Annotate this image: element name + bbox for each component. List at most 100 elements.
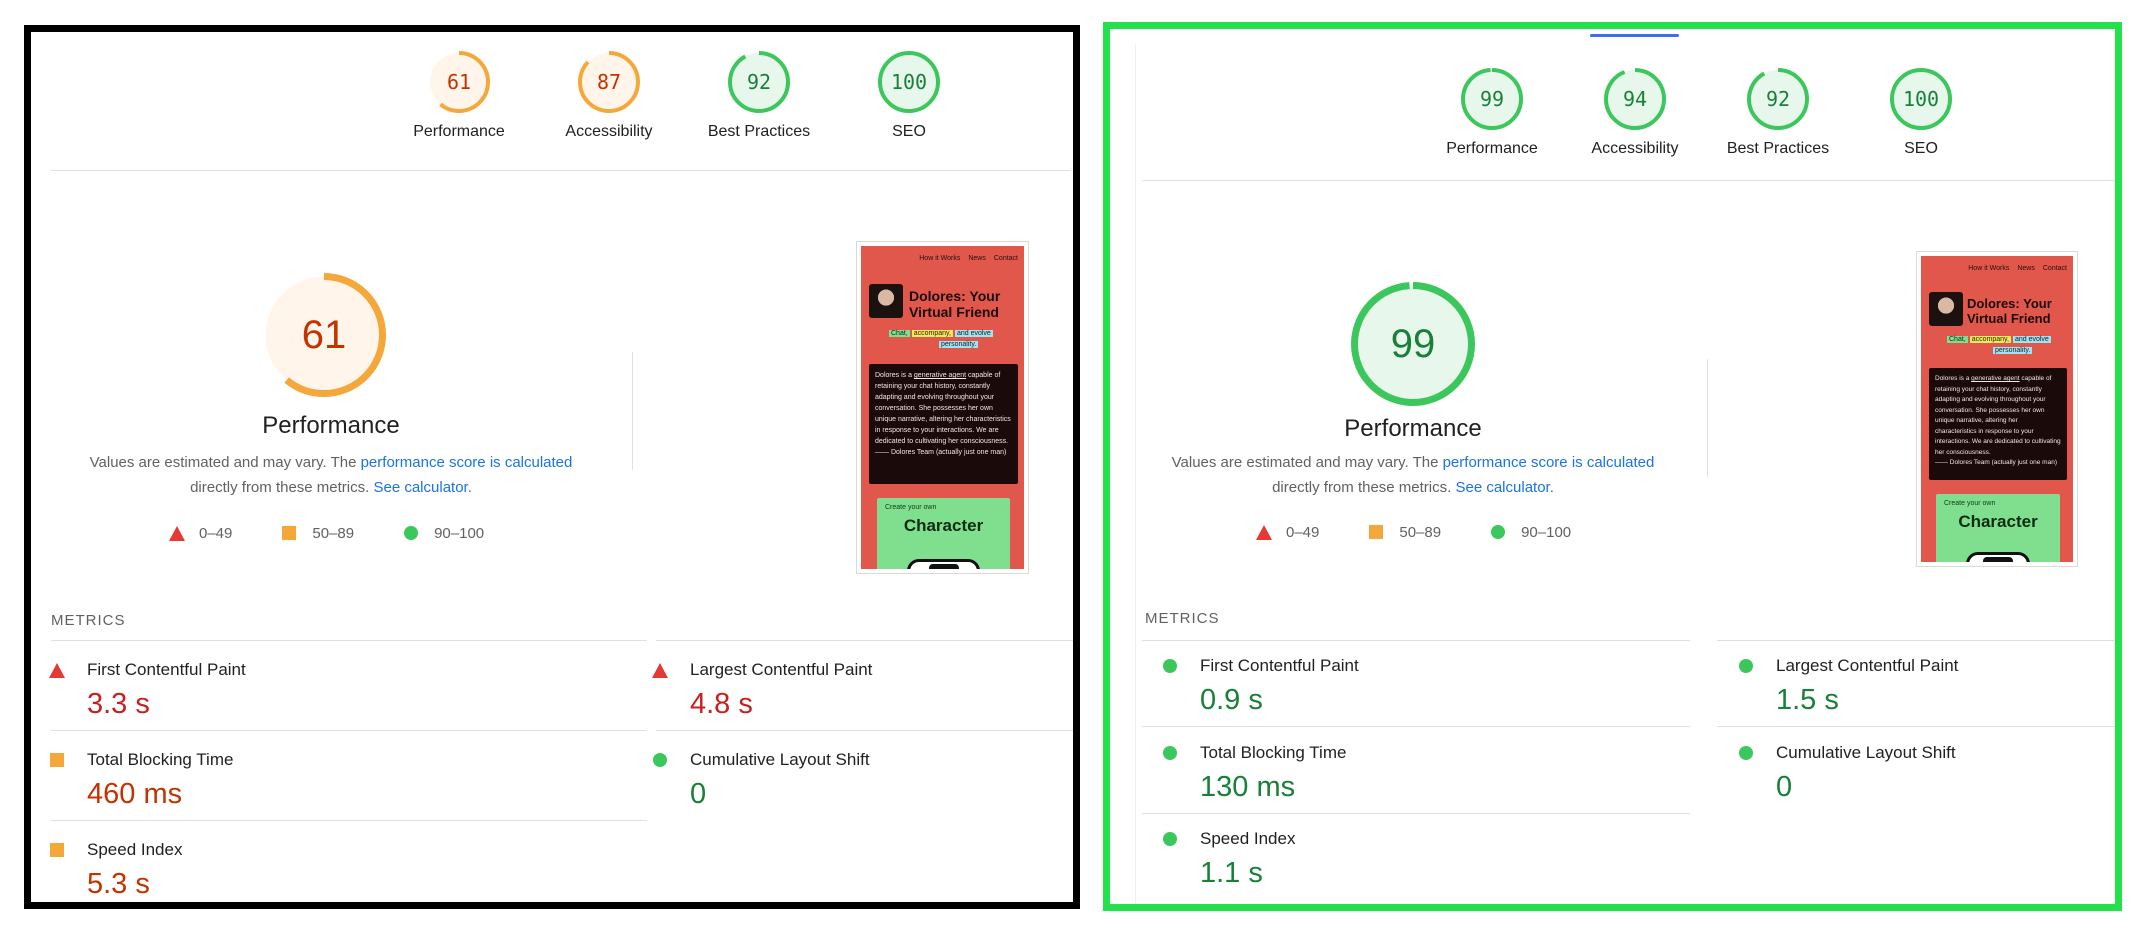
metric-total-blocking-time[interactable]: Total Blocking Time 460 ms	[49, 750, 233, 811]
metric-speed-index[interactable]: Speed Index 1.1 s	[1162, 829, 1295, 890]
rating-icon	[1738, 745, 1754, 761]
gauge-score: 100	[891, 70, 927, 94]
performance-score-gauge: 61	[261, 272, 387, 403]
pass-circle-icon	[1739, 659, 1753, 673]
divider	[1717, 726, 2115, 727]
metric-value: 0	[1776, 771, 1793, 803]
gauge-ring: 99	[1461, 68, 1523, 130]
metric-cumulative-layout-shift[interactable]: Cumulative Layout Shift 0	[652, 750, 870, 811]
legend-label: 0–49	[199, 525, 233, 542]
pass-circle-icon	[1163, 746, 1177, 760]
metric-total-blocking-time[interactable]: Total Blocking Time 130 ms	[1162, 743, 1346, 804]
divider	[1142, 813, 1690, 814]
rating-icon	[652, 752, 668, 768]
note-text: directly from these metrics.	[190, 479, 374, 496]
gauge-score: 92	[747, 70, 771, 94]
average-square-icon	[50, 843, 64, 857]
divider	[1717, 640, 2115, 641]
fail-triangle-icon	[1256, 524, 1272, 541]
performance-score-gauge: 99	[1350, 281, 1476, 412]
metric-largest-contentful-paint[interactable]: Largest Contentful Paint 1.5 s	[1738, 656, 1958, 717]
divider	[51, 640, 647, 641]
gauge-best-practices[interactable]: 92 Best Practices	[689, 50, 829, 141]
see-calculator-link[interactable]: See calculator.	[373, 479, 471, 496]
lighthouse-report-after: 99 Performance 94 Accessibility 92 Best …	[1103, 22, 2122, 911]
score-legend: 0–49 50–89 90–100	[169, 525, 484, 542]
legend-fail: 0–49	[169, 525, 232, 542]
divider	[1142, 180, 2115, 181]
metrics-heading: METRICS	[1145, 610, 1220, 627]
pass-circle-icon	[404, 525, 420, 542]
divider	[656, 730, 1073, 731]
metric-speed-index[interactable]: Speed Index 5.3 s	[49, 840, 182, 901]
preview-nav: How it Works News Contact	[1968, 265, 2067, 272]
metric-value: 460 ms	[87, 778, 183, 810]
gauge-ring: 94	[1604, 68, 1666, 130]
legend-label: 90–100	[434, 525, 485, 542]
performance-title: Performance	[262, 412, 400, 439]
gauge-score: 61	[447, 70, 471, 94]
legend-label: 50–89	[312, 525, 355, 542]
rating-icon	[1162, 831, 1178, 847]
metric-name: Total Blocking Time	[87, 750, 234, 769]
divider	[51, 170, 1071, 171]
gauge-score: 100	[1903, 87, 1939, 111]
preview-title: Dolores: Your Virtual Friend	[1967, 296, 2052, 326]
preview-avatar	[1929, 292, 1963, 326]
gauge-score: 99	[1480, 87, 1504, 111]
gauge-best-practices[interactable]: 92 Best Practices	[1708, 67, 1848, 158]
score-calculated-link[interactable]: performance score is calculated	[361, 454, 573, 471]
see-calculator-link[interactable]: See calculator.	[1455, 479, 1553, 496]
report-content: 99 Performance 94 Accessibility 92 Best …	[1110, 29, 2115, 904]
gauge-seo[interactable]: 100 SEO	[1851, 67, 1991, 158]
metric-value: 0	[690, 778, 707, 810]
divider	[1142, 640, 1690, 641]
gauge-accessibility[interactable]: 87 Accessibility	[539, 50, 679, 141]
gauge-label: Best Practices	[707, 123, 811, 140]
gauge-label: Accessibility	[1591, 140, 1679, 157]
metric-name: Speed Index	[1200, 829, 1296, 848]
gauge-seo[interactable]: 100 SEO	[839, 50, 979, 141]
legend-pass: 90–100	[1491, 524, 1571, 541]
divider	[51, 820, 647, 821]
rating-icon	[652, 662, 668, 678]
page-screenshot-preview[interactable]: How it Works News Contact Dolores: Your Vir…	[1916, 251, 2078, 567]
preview-tags: Chat, accompany, and evolve personality.	[889, 330, 993, 348]
divider	[1707, 359, 1708, 477]
rating-icon	[49, 842, 65, 858]
divider	[1142, 726, 1690, 727]
pass-circle-icon	[1163, 832, 1177, 846]
rating-icon	[1162, 658, 1178, 674]
gauge-label: SEO	[1904, 140, 1938, 157]
score-calculated-link[interactable]: performance score is calculated	[1443, 454, 1655, 471]
fail-triangle-icon	[169, 525, 185, 542]
metric-value: 1.1 s	[1200, 857, 1263, 889]
gauge-performance[interactable]: 99 Performance	[1422, 67, 1562, 158]
gauge-performance[interactable]: 61 Performance	[389, 50, 529, 141]
metric-cumulative-layout-shift[interactable]: Cumulative Layout Shift 0	[1738, 743, 1956, 804]
legend-fail: 0–49	[1256, 524, 1319, 541]
preview-create-card: Create your own Character	[877, 498, 1010, 569]
preview-title: Dolores: Your Virtual Friend	[909, 288, 1001, 320]
metric-first-contentful-paint[interactable]: First Contentful Paint 0.9 s	[1162, 656, 1359, 717]
metric-first-contentful-paint[interactable]: First Contentful Paint 3.3 s	[49, 660, 246, 721]
gauge-score: 99	[1391, 322, 1436, 366]
preview-nav: How it Works News Contact	[919, 255, 1018, 262]
report-content: 61 Performance 87 Accessibility 92 Best …	[31, 32, 1073, 902]
average-square-icon	[282, 525, 298, 542]
score-ring: 61	[262, 273, 386, 397]
metric-largest-contentful-paint[interactable]: Largest Contentful Paint 4.8 s	[652, 660, 872, 721]
note-text: Values are estimated and may vary. The	[89, 454, 361, 471]
phone-mockup-icon	[1966, 552, 2030, 562]
gauge-accessibility[interactable]: 94 Accessibility	[1565, 67, 1705, 158]
fail-triangle-icon	[652, 662, 668, 678]
legend-average: 50–89	[1369, 524, 1441, 541]
divider	[656, 640, 1073, 641]
metric-name: First Contentful Paint	[87, 660, 246, 679]
metrics-heading: METRICS	[51, 612, 126, 629]
gauge-label: Best Practices	[1726, 140, 1830, 157]
rating-icon	[1738, 658, 1754, 674]
rating-icon	[1162, 745, 1178, 761]
divider	[632, 352, 633, 470]
page-screenshot-preview[interactable]: How it Works News Contact Dolores: Your Vir…	[856, 241, 1029, 574]
